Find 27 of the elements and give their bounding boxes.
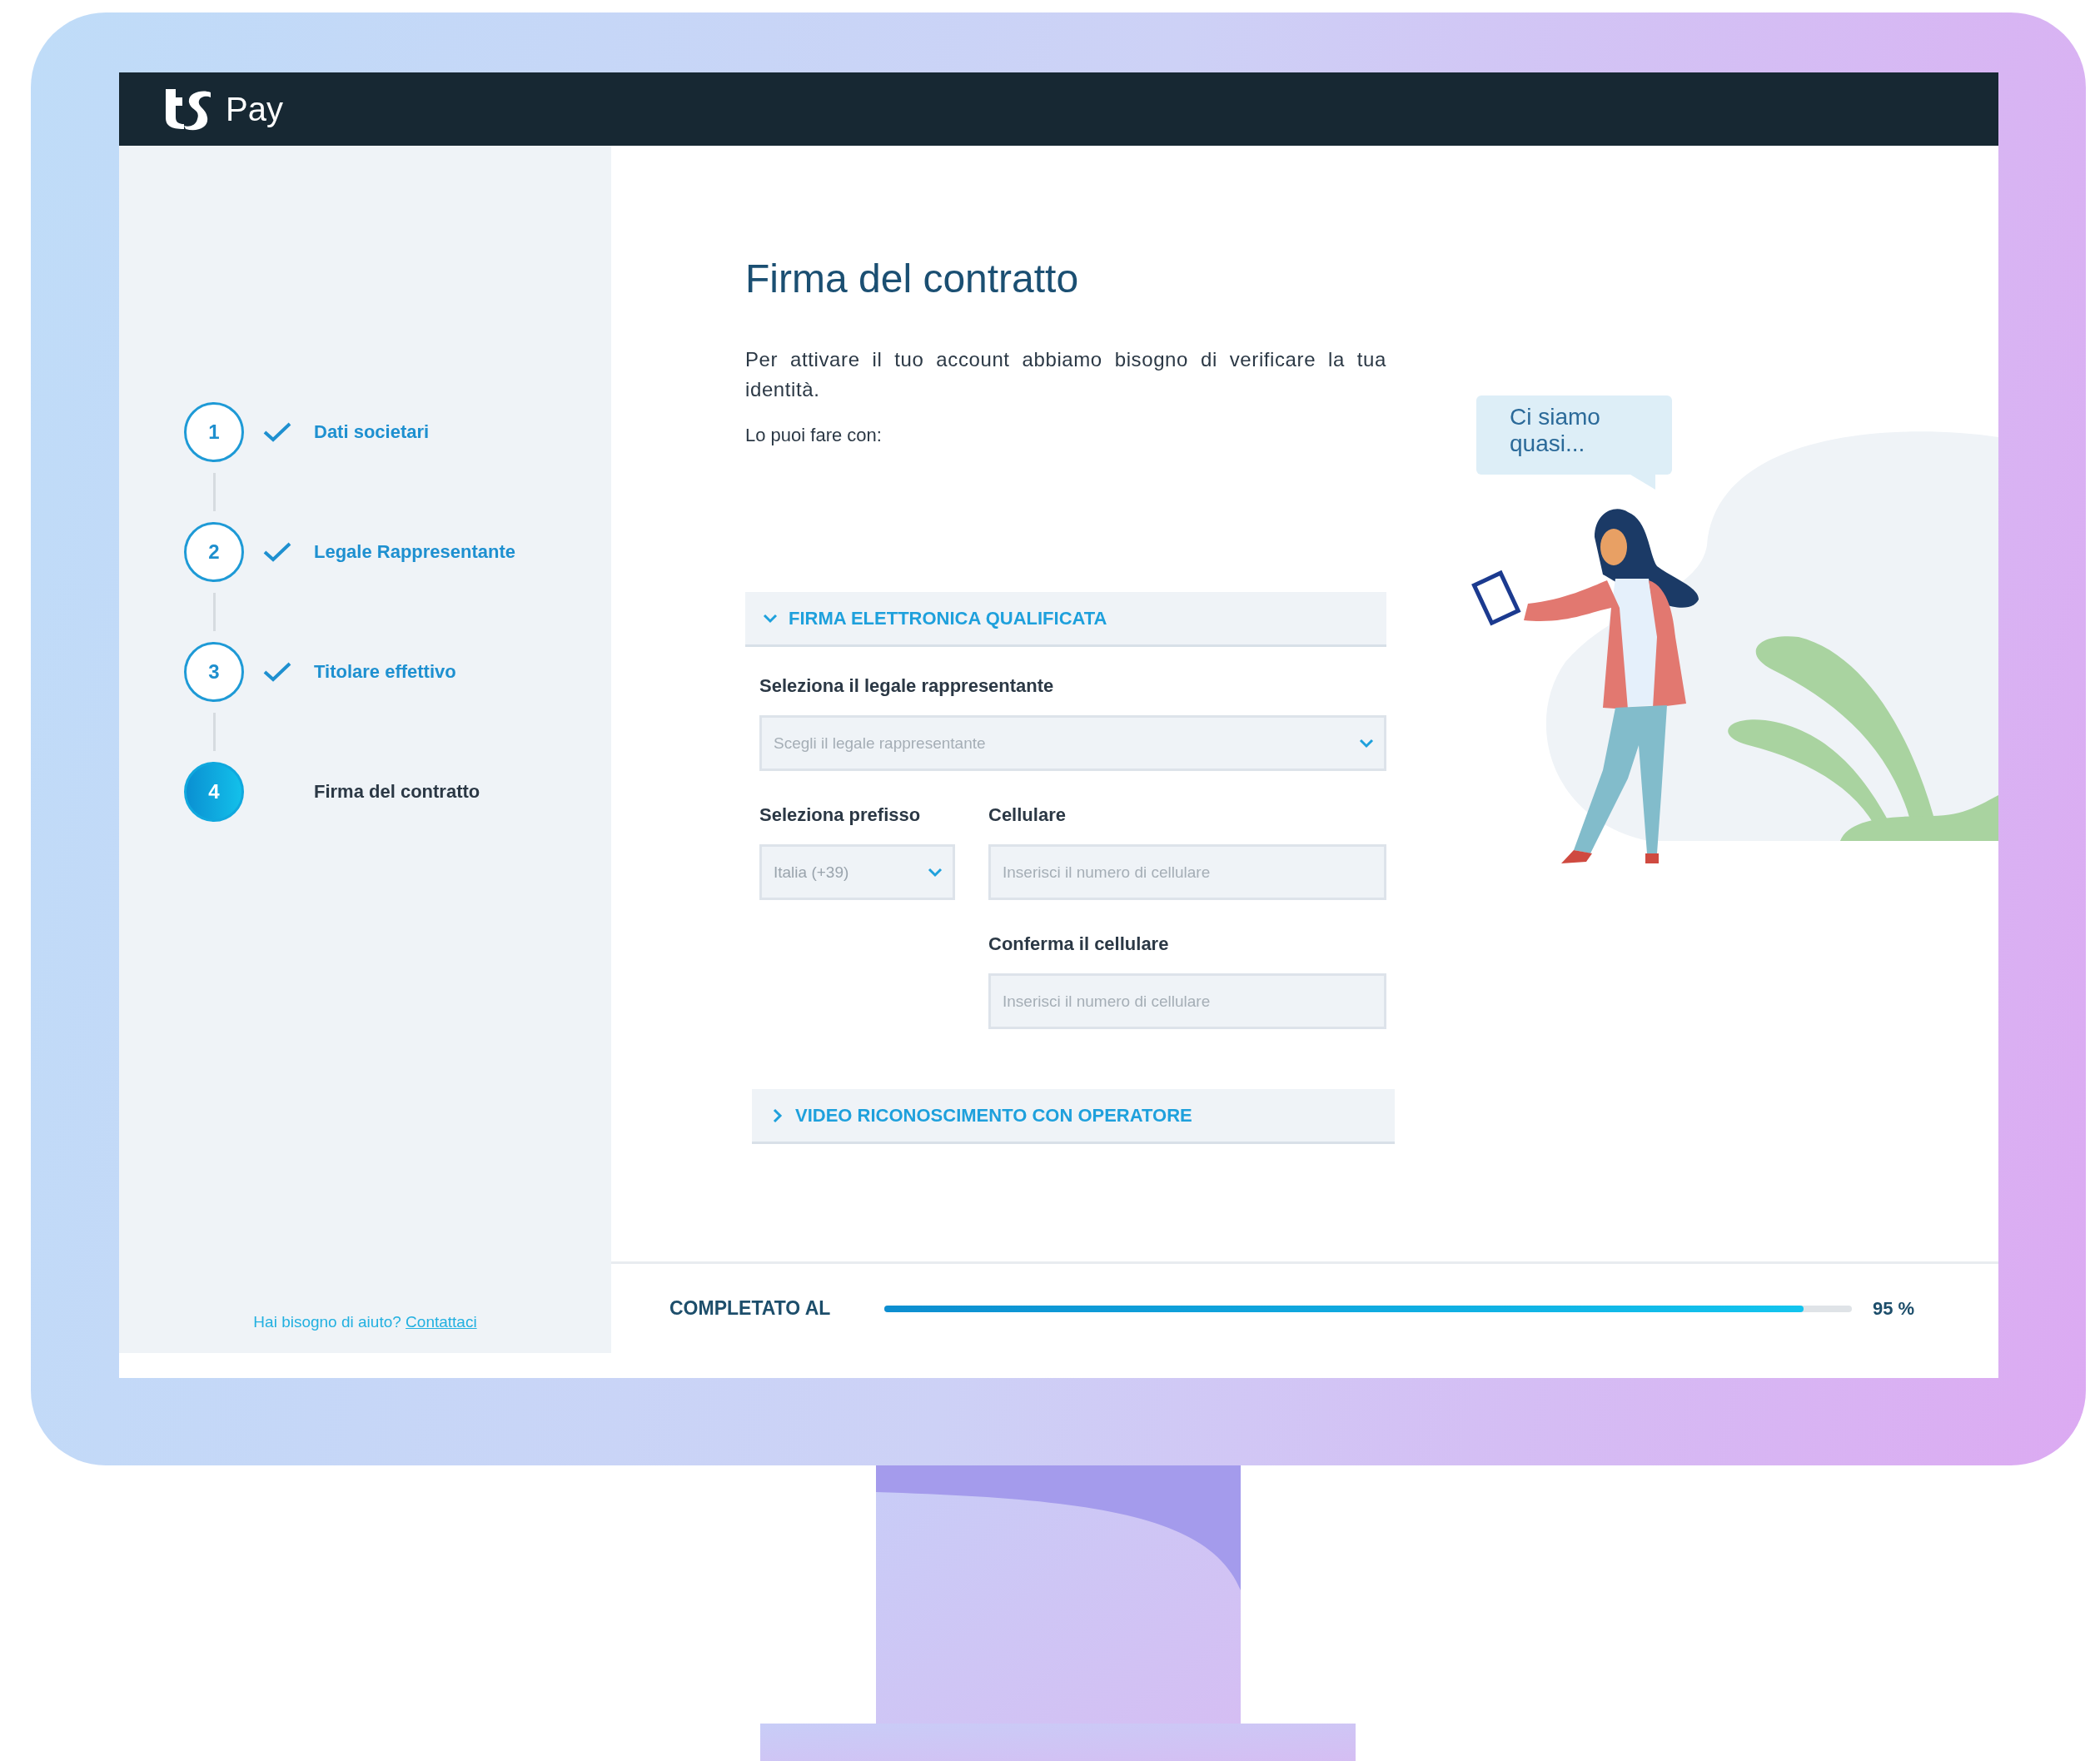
step-number[interactable]: 3 (184, 642, 244, 702)
step-number[interactable]: 1 (184, 402, 244, 462)
field-label: Conferma il cellulare (988, 933, 1170, 955)
step-label[interactable]: Dati societari (314, 421, 430, 443)
field-label: Seleziona prefisso (759, 804, 922, 826)
bubble-text: Ci siamo quasi... (1510, 404, 1601, 457)
help-text: Hai bisogno di aiuto? (253, 1313, 402, 1331)
prompt-text: Lo puoi fare con: (745, 425, 883, 446)
intro-text: Per attivare il tuo account abbiamo bisogno di verificare la tua identità. (745, 347, 1386, 402)
page-title: Firma del contratto (745, 256, 1080, 301)
brand-name: Pay (226, 90, 283, 128)
progress-label: COMPLETATO AL (669, 1297, 832, 1320)
accordion-header[interactable]: VIDEO RICONOSCIMENTO CON OPERATORE (752, 1089, 1395, 1144)
step-label[interactable]: Titolare effettivo (314, 661, 456, 683)
input-field[interactable]: Inserisci il numero di cellulare (988, 973, 1386, 1029)
dropdown-field[interactable]: Scegli il legale rappresentante (759, 715, 1386, 771)
field-label: Seleziona il legale rappresentante (759, 675, 1055, 697)
field-label: Cellulare (988, 804, 1067, 826)
accordion-header[interactable]: FIRMA ELETTRONICA QUALIFICATA (745, 592, 1386, 647)
step-number[interactable]: 4 (184, 762, 244, 822)
dropdown-field[interactable]: Italia (+39) (759, 844, 955, 900)
contact-link[interactable]: Contattaci (406, 1313, 477, 1331)
step-label[interactable]: Legale Rappresentante (314, 541, 516, 563)
progress-percent: 95 % (1873, 1297, 1915, 1320)
step-number[interactable]: 2 (184, 522, 244, 582)
input-field[interactable]: Inserisci il numero di cellulare (988, 844, 1386, 900)
step-label[interactable]: Firma del contratto (314, 781, 480, 803)
